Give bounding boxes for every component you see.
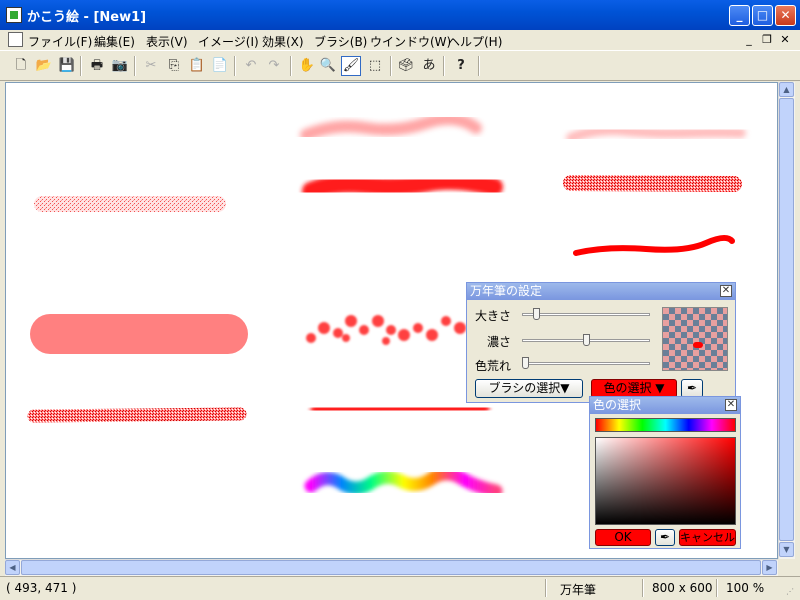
maximize-button[interactable]: □ xyxy=(752,5,773,26)
menu-help[interactable]: ヘルプ(H) xyxy=(448,33,502,50)
document-icon[interactable] xyxy=(8,32,23,47)
stamp-icon[interactable]: 🗳 xyxy=(397,57,415,75)
toolbar-separator xyxy=(443,56,445,76)
density-slider-thumb[interactable] xyxy=(583,334,590,346)
toolbar: 🗋 📂 💾 🖶 📷 ✂ ⎘ 📋 📄 ↶ ↷ ✋ 🔍 🖌 ⬚ 🗳 あ ? xyxy=(0,50,800,81)
menu-window[interactable]: ウインドウ(W) xyxy=(370,33,451,50)
status-separator xyxy=(545,579,547,597)
save-icon[interactable]: 💾 xyxy=(58,57,76,75)
print-icon[interactable]: 🖶 xyxy=(88,57,106,75)
mdi-close-button[interactable]: ✕ xyxy=(778,33,792,47)
density-label: 濃さ xyxy=(487,335,512,349)
horizontal-scrollbar[interactable]: ◀ ▶ xyxy=(5,559,778,576)
cursor-coordinates: ( 493, 471 ) xyxy=(6,581,77,595)
image-size-label: 800 x 600 xyxy=(652,581,713,595)
undo-icon[interactable]: ↶ xyxy=(242,57,260,75)
cut-icon[interactable]: ✂ xyxy=(142,57,160,75)
color-picker-title[interactable]: 色の選択 xyxy=(590,397,740,414)
close-button[interactable]: ✕ xyxy=(775,5,796,26)
ok-button[interactable]: OK xyxy=(595,529,651,546)
select-rect-icon[interactable]: ⬚ xyxy=(366,57,384,75)
color-picker-eyedropper-button[interactable]: ✒ xyxy=(655,529,675,546)
brush-preview-stroke xyxy=(693,342,703,348)
saturation-value-area[interactable] xyxy=(595,437,736,525)
scroll-left-button[interactable]: ◀ xyxy=(5,560,20,575)
menu-file[interactable]: ファイル(F) xyxy=(28,33,92,50)
color-picker-palette: 色の選択 ✕ OK ✒ キャンセル xyxy=(589,396,741,549)
title-bar[interactable]: かこう絵 - [New1] _ □ ✕ xyxy=(0,0,800,30)
toolbar-separator xyxy=(478,56,480,76)
paste-new-icon[interactable]: 📄 xyxy=(211,57,229,75)
cancel-button[interactable]: キャンセル xyxy=(679,529,736,546)
toolbar-separator xyxy=(290,56,292,76)
size-label: 大きさ xyxy=(475,309,512,323)
scroll-right-button[interactable]: ▶ xyxy=(762,560,777,575)
mdi-restore-button[interactable]: ❐ xyxy=(760,33,774,47)
app-icon[interactable] xyxy=(6,7,22,23)
copy-icon[interactable]: ⎘ xyxy=(165,57,183,75)
hue-bar[interactable] xyxy=(595,418,736,432)
redo-icon[interactable]: ↷ xyxy=(265,57,283,75)
size-slider-thumb[interactable] xyxy=(533,308,540,320)
horizontal-scroll-thumb[interactable] xyxy=(21,560,761,575)
color-roughness-slider-thumb[interactable] xyxy=(522,357,529,369)
vertical-scrollbar[interactable]: ▲ ▼ xyxy=(778,82,795,559)
status-separator xyxy=(642,579,644,597)
current-tool-label: 万年筆 xyxy=(560,583,597,597)
brush-stroke xyxy=(310,402,490,416)
scroll-corner xyxy=(778,559,795,576)
status-bar: ( 493, 471 ) 万年筆 800 x 600 100 % ⋰ xyxy=(0,576,800,600)
minimize-button[interactable]: _ xyxy=(729,5,750,26)
toolbar-separator xyxy=(80,56,82,76)
color-roughness-label: 色荒れ xyxy=(475,359,512,373)
brush-stroke xyxy=(30,314,248,354)
zoom-icon[interactable]: 🔍 xyxy=(319,57,337,75)
help-icon[interactable]: ? xyxy=(452,57,470,75)
rainbow-stroke xyxy=(304,467,503,498)
menu-brush[interactable]: ブラシ(B) xyxy=(314,33,367,50)
brush-settings-close-button[interactable]: ✕ xyxy=(720,285,732,297)
scroll-up-button[interactable]: ▲ xyxy=(779,82,794,97)
vertical-scroll-thumb[interactable] xyxy=(779,98,794,541)
size-slider-track[interactable] xyxy=(522,313,650,316)
toolbar-separator xyxy=(390,56,392,76)
dot-stroke xyxy=(306,310,479,345)
toolbar-separator xyxy=(234,56,236,76)
brush-stroke xyxy=(573,235,735,256)
brush-stroke xyxy=(27,407,247,423)
brush-icon[interactable]: 🖌 xyxy=(341,56,361,76)
camera-icon[interactable]: 📷 xyxy=(111,57,129,75)
menu-bar: ファイル(F) 編集(E) 表示(V) イメージ(I) 効果(X) ブラシ(B)… xyxy=(0,30,800,50)
resize-grip-icon[interactable]: ⋰ xyxy=(786,587,796,597)
brush-settings-title[interactable]: 万年筆の設定 xyxy=(467,283,735,300)
brush-stroke xyxy=(563,175,742,192)
open-icon[interactable]: 📂 xyxy=(35,57,53,75)
color-picker-close-button[interactable]: ✕ xyxy=(725,399,737,411)
eyedropper-icon: ✒ xyxy=(659,530,671,544)
menu-effect[interactable]: 効果(X) xyxy=(262,33,304,50)
paste-icon[interactable]: 📋 xyxy=(188,57,206,75)
menu-image[interactable]: イメージ(I) xyxy=(198,33,259,50)
brush-stroke xyxy=(566,125,746,143)
text-icon[interactable]: あ xyxy=(420,57,438,75)
brush-select-button[interactable]: ブラシの選択▼ xyxy=(475,379,583,398)
zoom-label: 100 % xyxy=(726,581,765,595)
application-window: かこう絵 - [New1] _ □ ✕ ファイル(F) 編集(E) 表示(V) … xyxy=(0,0,800,600)
mdi-minimize-button[interactable]: _ xyxy=(742,33,756,47)
eyedropper-icon: ✒ xyxy=(686,381,698,395)
new-icon[interactable]: 🗋 xyxy=(12,57,30,75)
hand-icon[interactable]: ✋ xyxy=(298,57,316,75)
brush-settings-palette: 万年筆の設定 ✕ 大きさ 濃さ 色荒れ ブラシの選択▼ 色の選択 ▼ ✒ xyxy=(466,282,736,403)
menu-edit[interactable]: 編集(E) xyxy=(94,33,135,50)
brush-preview xyxy=(662,307,728,371)
brush-stroke xyxy=(300,113,482,141)
scroll-down-button[interactable]: ▼ xyxy=(779,542,794,557)
menu-view[interactable]: 表示(V) xyxy=(146,33,188,50)
brush-stroke xyxy=(302,171,503,200)
color-roughness-slider-track[interactable] xyxy=(522,362,650,365)
status-separator xyxy=(716,579,718,597)
window-title: かこう絵 - [New1] xyxy=(27,10,147,25)
toolbar-separator xyxy=(134,56,136,76)
